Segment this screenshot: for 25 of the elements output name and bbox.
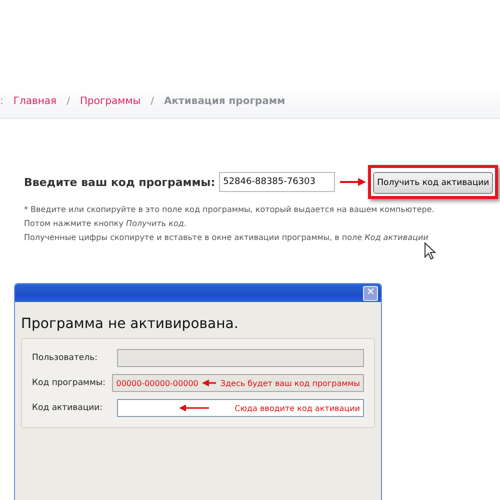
annotation-text: Сюда вводите код активации — [234, 404, 360, 412]
breadcrumb-link[interactable]: Главная — [13, 96, 57, 106]
breadcrumb-prefix: : — [0, 96, 4, 106]
field-label: Код активации: — [32, 403, 104, 413]
breadcrumb-link[interactable]: Программы — [80, 96, 141, 106]
annotation-text: Здесь будет ваш код программы — [220, 378, 360, 388]
arrow-icon — [340, 177, 366, 187]
cursor-icon — [424, 242, 436, 260]
arrow-icon — [202, 379, 216, 387]
dialog-heading: Программа не активирована. — [21, 316, 240, 332]
instruction-text: Полученные цифры скопируте и вставьте в окне активации программы, в поле Код активации — [24, 233, 428, 242]
arrow-icon — [178, 404, 209, 412]
instruction-text: Потом нажмите кнопку Получить код. — [24, 219, 186, 228]
get-code-button[interactable]: Получить код активации — [373, 172, 494, 194]
input-field[interactable]: Сюда вводите код активации — [116, 399, 364, 417]
field-label: Код программы: — [32, 378, 106, 388]
program-code: 00000-00000-00000 — [116, 378, 198, 388]
code-input[interactable]: 52846-88385-76303 — [219, 172, 336, 192]
close-button[interactable]: ✕ — [363, 286, 378, 300]
breadcrumb-separator: / — [66, 96, 70, 106]
code-label: Введите ваш код программы: — [24, 176, 216, 188]
breadcrumb-current: Активация программ — [164, 96, 286, 106]
field-label: Пользователь: — [32, 353, 98, 363]
instruction-text: * Введите или скопируйте в это поле код программы, который выдается на вашем компьютере. — [24, 205, 434, 214]
breadcrumb-separator: / — [150, 96, 154, 106]
